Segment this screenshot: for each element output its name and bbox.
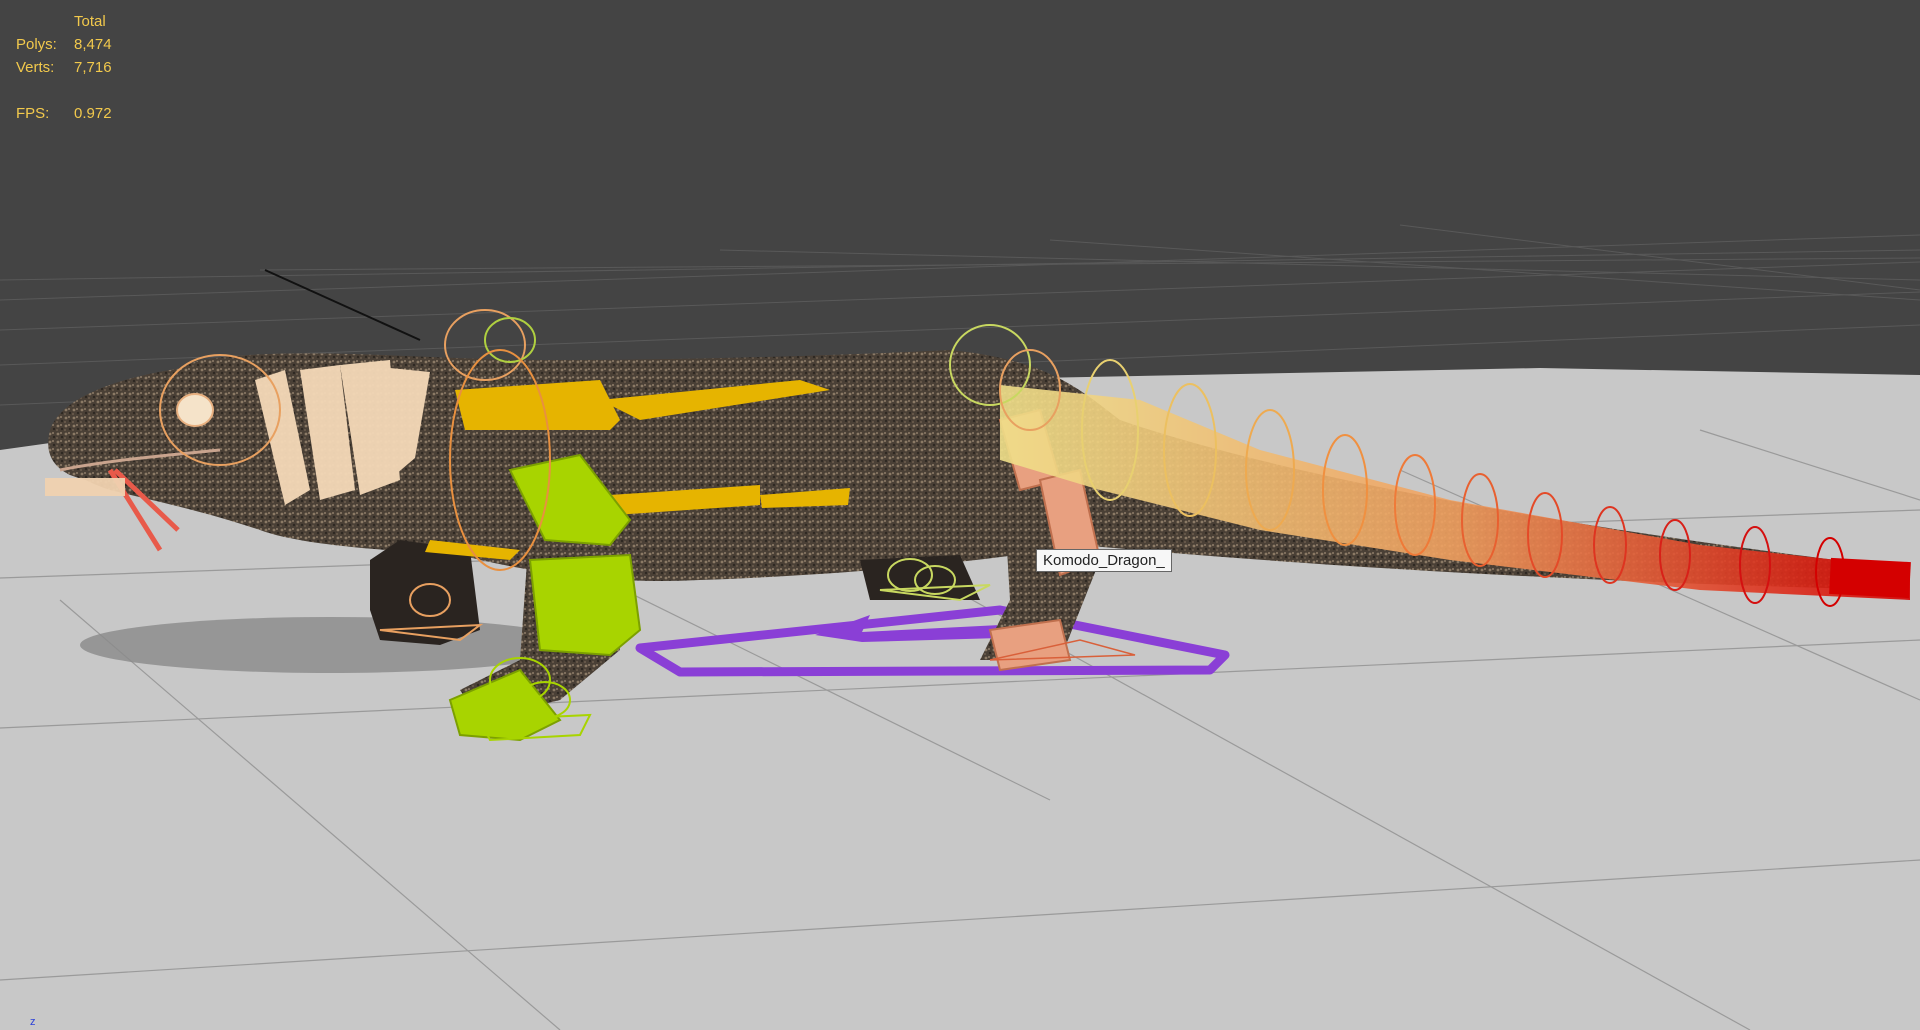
dragon-shadow [80,617,580,673]
3d-viewport[interactable]: Total Polys: 8,474 Verts: 7,716 FPS: 0.9… [0,0,1920,1030]
fps-row: FPS: 0.972 [16,102,112,125]
object-name-tooltip: Komodo_Dragon_ [1036,549,1172,572]
polys-value: 8,474 [74,36,112,53]
view-axis-indicator: z [30,1016,36,1028]
viewport-stats-hud: Total Polys: 8,474 Verts: 7,716 FPS: 0.9… [16,10,112,125]
eye-control [176,393,214,427]
grid-axis-line [264,269,421,341]
stats-header-row: Total [16,10,112,33]
scene-render[interactable] [0,0,1920,1030]
fps-value: 0.972 [74,105,112,122]
verts-label: Verts: [16,59,55,76]
stats-header: Total [74,13,106,30]
verts-row: Verts: 7,716 [16,56,112,79]
fps-label: FPS: [16,105,50,122]
polys-label: Polys: [16,36,57,53]
dragon-head [48,367,273,491]
verts-value: 7,716 [74,59,112,76]
polys-row: Polys: 8,474 [16,33,112,56]
